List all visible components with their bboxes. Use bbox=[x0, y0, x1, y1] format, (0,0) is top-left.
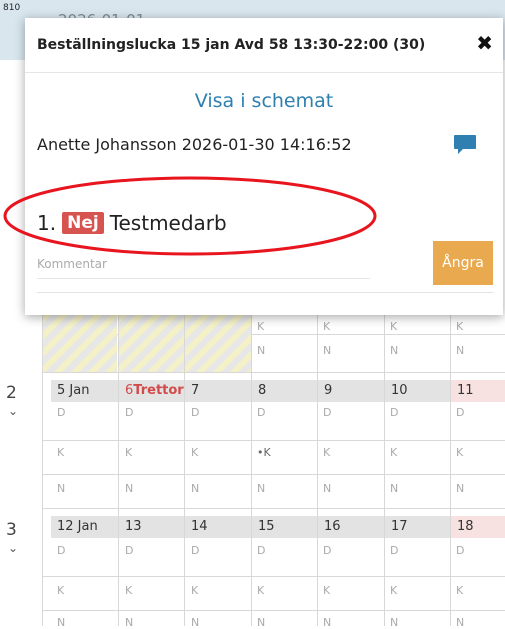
cell-letter[interactable]: K bbox=[456, 446, 463, 459]
cell-letter[interactable]: K bbox=[191, 584, 198, 597]
hatched-cell bbox=[119, 315, 184, 372]
cell-letter[interactable]: N bbox=[257, 482, 265, 495]
grid-line bbox=[42, 440, 505, 441]
cell-letter[interactable]: K bbox=[323, 446, 330, 459]
cell-letter[interactable]: •K bbox=[257, 446, 271, 459]
week-number: 2 bbox=[6, 383, 17, 403]
cell-letter[interactable]: N bbox=[323, 616, 331, 629]
cell-letter[interactable]: D bbox=[125, 544, 133, 557]
cell-letter[interactable]: N bbox=[456, 482, 464, 495]
grid-line bbox=[42, 576, 505, 577]
cell-letter[interactable]: N bbox=[257, 344, 265, 357]
grid-line bbox=[42, 372, 505, 373]
grid-line bbox=[251, 300, 252, 626]
cell-letter[interactable]: D bbox=[323, 544, 331, 557]
cell-letter[interactable]: K bbox=[125, 584, 132, 597]
chat-bubble-icon[interactable] bbox=[453, 134, 477, 156]
cell-letter[interactable]: K bbox=[257, 584, 264, 597]
hatched-cell bbox=[185, 315, 251, 372]
day-header: 9 bbox=[318, 380, 384, 402]
cell-letter[interactable]: D bbox=[323, 406, 331, 419]
cell-letter[interactable]: K bbox=[456, 584, 463, 597]
day-header: 16 bbox=[318, 516, 384, 538]
dialog-title: Beställningslucka 15 jan Avd 58 13:30-22… bbox=[37, 37, 426, 53]
corner-number: 810 bbox=[3, 3, 21, 13]
day-header: 6Trettor bbox=[119, 380, 184, 402]
undo-button[interactable]: Ångra bbox=[433, 241, 493, 285]
cell-letter[interactable]: N bbox=[57, 616, 65, 629]
day-header: 13 bbox=[119, 516, 184, 538]
cell-letter[interactable]: N bbox=[390, 344, 398, 357]
cell-letter[interactable]: N bbox=[390, 616, 398, 629]
grid-line bbox=[450, 300, 451, 626]
cell-letter[interactable]: D bbox=[57, 406, 65, 419]
cell-letter[interactable]: N bbox=[191, 616, 199, 629]
grid-line bbox=[317, 300, 318, 626]
divider bbox=[37, 292, 493, 293]
cell-letter[interactable]: K bbox=[57, 446, 64, 459]
cell-letter[interactable]: D bbox=[390, 406, 398, 419]
day-header: 5 Jan bbox=[51, 380, 118, 402]
cell-letter[interactable]: K bbox=[57, 584, 64, 597]
cell-letter[interactable]: K bbox=[456, 320, 463, 333]
close-icon[interactable]: ✖ bbox=[476, 31, 493, 55]
grid-line bbox=[42, 474, 505, 475]
cell-letter[interactable]: K bbox=[191, 446, 198, 459]
cell-letter[interactable]: N bbox=[191, 482, 199, 495]
day-header: 11 bbox=[451, 380, 505, 402]
week-number: 3 bbox=[6, 520, 17, 540]
cell-letter[interactable]: K bbox=[390, 446, 397, 459]
day-header: 8 bbox=[252, 380, 317, 402]
chevron-down-icon[interactable]: ⌄ bbox=[8, 541, 18, 555]
grid-line bbox=[42, 508, 505, 509]
grid-line bbox=[384, 300, 385, 626]
divider bbox=[25, 72, 503, 73]
chevron-down-icon[interactable]: ⌄ bbox=[8, 404, 18, 418]
cell-letter[interactable]: D bbox=[257, 406, 265, 419]
cell-letter[interactable]: K bbox=[390, 320, 397, 333]
cell-letter[interactable]: N bbox=[323, 482, 331, 495]
cell-letter[interactable]: K bbox=[125, 446, 132, 459]
day-header: 7 bbox=[185, 380, 251, 402]
order-slot-dialog: Beställningslucka 15 jan Avd 58 13:30-22… bbox=[25, 18, 503, 315]
cell-letter[interactable]: N bbox=[125, 616, 133, 629]
cell-letter[interactable]: N bbox=[125, 482, 133, 495]
cell-letter[interactable]: K bbox=[323, 320, 330, 333]
grid-line bbox=[42, 610, 505, 611]
hatched-cell bbox=[43, 315, 117, 372]
day-header: 10 bbox=[385, 380, 450, 402]
cell-letter[interactable]: D bbox=[57, 544, 65, 557]
day-header: 18 bbox=[451, 516, 505, 538]
holiday-label: Trettor bbox=[133, 383, 184, 398]
user-timestamp: Anette Johansson 2026-01-30 14:16:52 bbox=[37, 135, 352, 154]
cell-letter[interactable]: K bbox=[390, 584, 397, 597]
cell-letter[interactable]: N bbox=[456, 616, 464, 629]
cell-letter[interactable]: N bbox=[390, 482, 398, 495]
cell-letter[interactable]: D bbox=[191, 406, 199, 419]
cell-letter[interactable]: N bbox=[257, 616, 265, 629]
cell-letter[interactable]: D bbox=[456, 406, 464, 419]
day-header: 17 bbox=[385, 516, 450, 538]
cell-letter[interactable]: N bbox=[57, 482, 65, 495]
day-header: 14 bbox=[185, 516, 251, 538]
cell-letter[interactable]: D bbox=[191, 544, 199, 557]
cell-letter[interactable]: D bbox=[125, 406, 133, 419]
day-header: 15 bbox=[252, 516, 317, 538]
cell-letter[interactable]: K bbox=[257, 320, 264, 333]
cell-letter[interactable]: K bbox=[323, 584, 330, 597]
cell-letter[interactable]: N bbox=[456, 344, 464, 357]
cell-letter[interactable]: D bbox=[390, 544, 398, 557]
highlight-ellipse bbox=[3, 176, 377, 256]
day-header: 12 Jan bbox=[51, 516, 118, 538]
cell-letter[interactable]: D bbox=[456, 544, 464, 557]
cell-letter[interactable]: D bbox=[257, 544, 265, 557]
show-in-schedule-link[interactable]: Visa i schemat bbox=[25, 90, 503, 112]
cell-letter[interactable]: N bbox=[323, 344, 331, 357]
